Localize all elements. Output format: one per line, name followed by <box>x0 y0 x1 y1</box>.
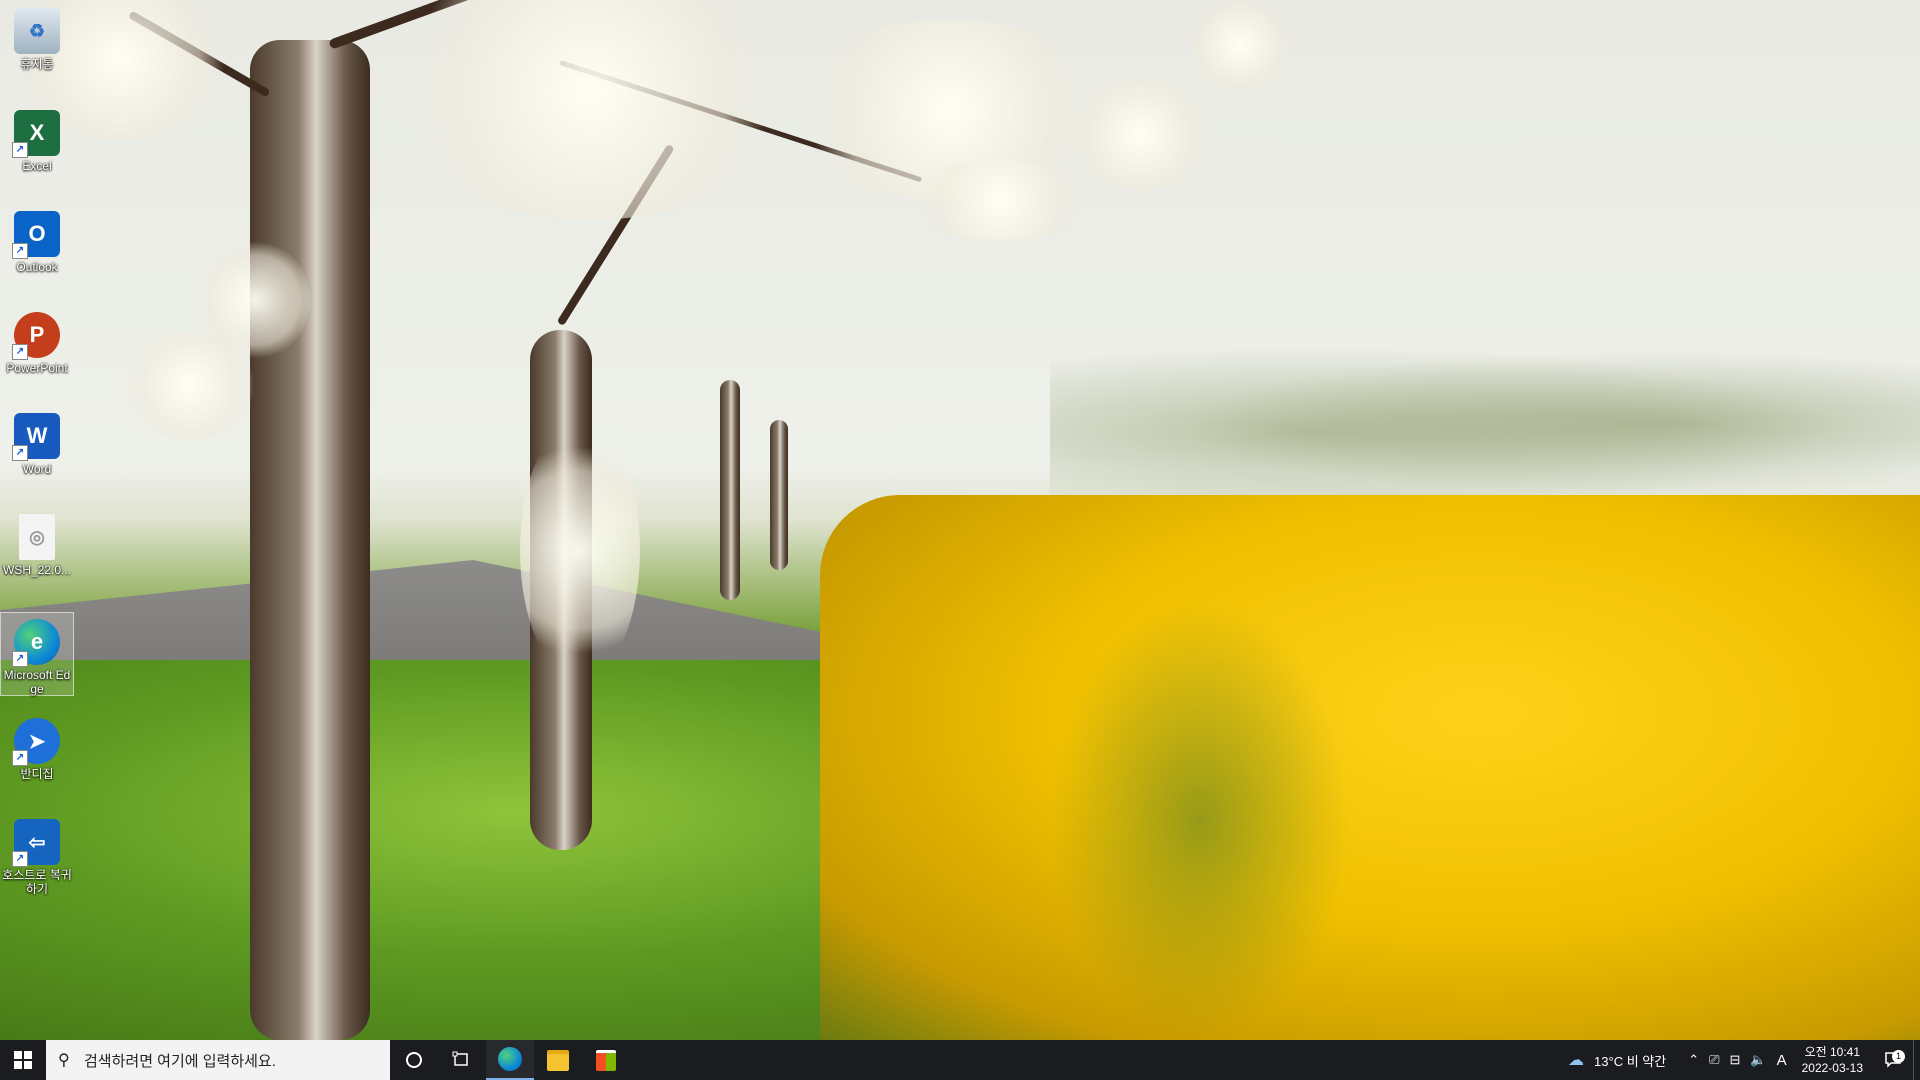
desktop-icon-wsh-file[interactable]: ◎ WSH_22.0... <box>0 508 74 600</box>
desktop-icon-recycle-bin[interactable]: ♻ 휴지통 <box>0 2 74 94</box>
store-icon <box>596 1049 616 1071</box>
weather-cloud-icon[interactable]: ☁ <box>1563 1050 1589 1070</box>
search-placeholder: 검색하려면 여기에 입력하세요. <box>84 1052 276 1070</box>
cherry-blossom <box>380 0 800 220</box>
task-view-icon <box>452 1051 468 1066</box>
shortcut-arrow-icon: ↗ <box>12 243 28 259</box>
network-icon[interactable]: ⊟ <box>1725 1052 1746 1068</box>
desktop-icon-bandizip[interactable]: ➤ ↗ 반디집 <box>0 712 74 804</box>
bandizip-icon: ➤ ↗ <box>12 718 60 766</box>
meet-now-icon[interactable]: ⎚ <box>1704 1052 1724 1068</box>
show-hidden-icons-chevron-icon[interactable]: ⌃ <box>1683 1052 1704 1068</box>
outlook-icon: O ↗ <box>12 211 60 259</box>
recycle-bin-icon: ♻ <box>14 8 60 54</box>
word-icon: W ↗ <box>12 413 60 461</box>
excel-icon: X ↗ <box>12 110 60 158</box>
taskbar-app-edge[interactable] <box>486 1040 534 1080</box>
desktop-icon-return-to-host[interactable]: ⇦ ↗ 호스트로 복귀하기 <box>0 813 74 905</box>
desktop-icon-word[interactable]: W ↗ Word <box>0 407 74 499</box>
file-explorer-icon <box>547 1049 569 1071</box>
system-tray: ☁ 13°C 비 약간 ⌃ ⎚ ⊟ 🔈 A 오전 10:41 2022-03-1… <box>1563 1040 1920 1080</box>
weather-text[interactable]: 13°C 비 약간 <box>1589 1051 1671 1070</box>
clock[interactable]: 오전 10:41 2022-03-13 <box>1792 1044 1873 1076</box>
windows-logo-icon <box>14 1051 32 1069</box>
ime-indicator[interactable]: A <box>1772 1052 1792 1069</box>
tree-trunk-back <box>720 380 740 600</box>
shortcut-arrow-icon: ↗ <box>12 750 28 766</box>
desktop-wallpaper <box>0 0 1920 1040</box>
tree-trunk-front <box>250 40 370 1040</box>
powerpoint-icon: P ↗ <box>12 312 60 360</box>
cortana-button[interactable] <box>390 1040 438 1080</box>
taskbar-app-store[interactable] <box>582 1040 630 1080</box>
shortcut-arrow-icon: ↗ <box>12 142 28 158</box>
file-icon: ◎ <box>19 514 55 560</box>
volume-icon[interactable]: 🔈 <box>1745 1052 1771 1068</box>
taskbar: ⚲ 검색하려면 여기에 입력하세요. ☁ 13°C 비 약간 ⌃ ⎚ ⊟ 🔈 A… <box>0 1040 1920 1080</box>
taskbar-app-file-explorer[interactable] <box>534 1040 582 1080</box>
desktop-icon-excel[interactable]: X ↗ Excel <box>0 104 74 196</box>
shortcut-arrow-icon: ↗ <box>12 851 28 867</box>
search-icon: ⚲ <box>58 1052 70 1069</box>
desktop-icon-edge[interactable]: e ↗ Microsoft Edge <box>0 612 74 696</box>
return-to-host-icon: ⇦ ↗ <box>12 819 60 867</box>
shortcut-arrow-icon: ↗ <box>12 445 28 461</box>
edge-icon <box>498 1047 522 1071</box>
cortana-icon <box>406 1052 422 1068</box>
show-desktop-button[interactable] <box>1913 1040 1920 1080</box>
action-center-button[interactable]: 1 <box>1873 1050 1913 1069</box>
notification-count: 1 <box>1892 1050 1905 1063</box>
clock-date: 2022-03-13 <box>1801 1061 1863 1075</box>
start-button[interactable] <box>0 1040 46 1080</box>
rapeseed-field <box>820 495 1920 1040</box>
shortcut-arrow-icon: ↗ <box>12 344 28 360</box>
edge-icon: e ↗ <box>12 619 60 667</box>
clock-time: 오전 10:41 <box>1804 1045 1861 1059</box>
shortcut-arrow-icon: ↗ <box>12 651 28 667</box>
taskbar-search-box[interactable]: ⚲ 검색하려면 여기에 입력하세요. <box>46 1040 390 1080</box>
desktop-icon-outlook[interactable]: O ↗ Outlook <box>0 205 74 297</box>
distant-trees <box>1050 330 1920 500</box>
desktop-icon-powerpoint[interactable]: P ↗ PowerPoint <box>0 306 74 398</box>
task-view-button[interactable] <box>438 1040 486 1080</box>
